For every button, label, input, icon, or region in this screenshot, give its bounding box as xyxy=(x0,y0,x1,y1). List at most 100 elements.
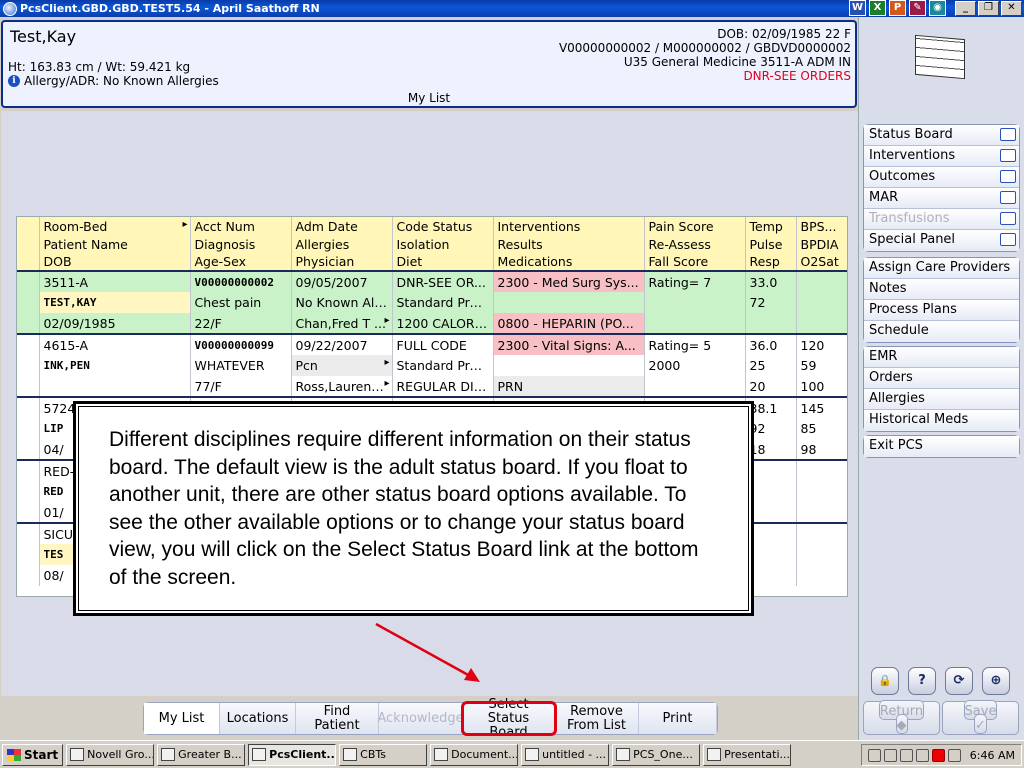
table-cell[interactable] xyxy=(796,271,847,292)
column-header[interactable]: Patient Name xyxy=(39,235,191,253)
table-row[interactable]: TEST,KAY Chest pain No Known All... Standar… xyxy=(17,292,847,313)
table-cell[interactable]: 36.0 xyxy=(745,333,797,355)
selector-cell[interactable] xyxy=(17,313,40,334)
column-header[interactable]: Fall Score xyxy=(644,253,746,272)
selector-cell[interactable] xyxy=(17,396,40,418)
table-cell[interactable] xyxy=(796,502,847,523)
column-header[interactable]: BPDIA xyxy=(796,235,847,253)
selector-cell[interactable] xyxy=(17,502,40,523)
nav-item-assign-care-providers[interactable]: Assign Care Providers xyxy=(864,258,1019,279)
table-cell[interactable]: 77/F xyxy=(190,376,292,397)
nav-item-status-board[interactable]: Status Board xyxy=(864,125,1019,146)
network-tray-icon[interactable] xyxy=(883,748,897,762)
tab-print[interactable]: Print xyxy=(639,703,717,734)
browser-icon[interactable]: ◉ xyxy=(929,0,946,16)
table-cell[interactable]: 59 xyxy=(796,355,847,376)
novell-tray-icon[interactable] xyxy=(931,748,945,762)
start-button[interactable]: Start xyxy=(2,743,64,766)
column-header[interactable]: Physician xyxy=(291,253,393,272)
restore-button[interactable]: ❐ xyxy=(978,1,999,16)
tab-locations[interactable]: Locations xyxy=(220,703,296,734)
selector-cell[interactable] xyxy=(17,418,40,439)
column-header[interactable]: Pain Score xyxy=(644,217,746,235)
table-cell[interactable] xyxy=(796,544,847,565)
nav-item-orders[interactable]: Orders xyxy=(864,368,1019,389)
nav-item-historical-meds[interactable]: Historical Meds xyxy=(864,410,1019,431)
table-cell[interactable] xyxy=(745,313,797,334)
column-header[interactable]: Code Status xyxy=(392,217,494,235)
selector-cell[interactable] xyxy=(17,459,40,481)
column-header[interactable]: Resp xyxy=(745,253,797,272)
nav-item-mar[interactable]: MAR xyxy=(864,188,1019,209)
taskbar-button[interactable]: untitled - ... xyxy=(521,743,610,766)
table-cell[interactable]: 20 xyxy=(745,376,797,397)
table-cell[interactable]: REGULAR DIET xyxy=(392,376,494,397)
table-cell[interactable]: 25 xyxy=(745,355,797,376)
table-cell[interactable] xyxy=(796,313,847,334)
column-header[interactable]: Temp xyxy=(745,217,797,235)
table-cell[interactable] xyxy=(796,522,847,544)
nav-item-outcomes[interactable]: Outcomes xyxy=(864,167,1019,188)
column-header[interactable]: Interventions xyxy=(493,217,645,235)
minimize-button[interactable]: _ xyxy=(955,1,976,16)
table-cell[interactable]: INK,PEN xyxy=(39,355,191,376)
selector-cell[interactable] xyxy=(17,481,40,502)
table-cell[interactable]: Chest pain xyxy=(190,292,292,313)
selector-cell[interactable] xyxy=(17,522,40,544)
table-cell[interactable]: 120 xyxy=(796,333,847,355)
column-header[interactable]: Age-Sex xyxy=(190,253,292,272)
column-header[interactable]: Medications xyxy=(493,253,645,272)
nav-item-interventions[interactable]: Interventions xyxy=(864,146,1019,167)
nav-item-special-panel[interactable]: Special Panel xyxy=(864,230,1019,251)
table-cell[interactable] xyxy=(644,292,746,313)
table-cell[interactable] xyxy=(796,481,847,502)
table-cell[interactable]: WHATEVER xyxy=(190,355,292,376)
nav-item-emr[interactable]: EMR xyxy=(864,347,1019,368)
table-row[interactable]: 4615-A V00000000099 09/22/2007 FULL CODE 230… xyxy=(17,333,847,355)
table-cell[interactable]: Rating= 7 xyxy=(644,271,746,292)
column-header[interactable]: Pulse xyxy=(745,235,797,253)
table-cell[interactable]: 100 xyxy=(796,376,847,397)
table-row[interactable]: 02/09/198522/FChan,Fred T ...1200 CALORI… xyxy=(17,313,847,334)
table-cell[interactable]: 2300 - Vital Signs: A... xyxy=(493,333,645,355)
excel-icon[interactable]: X xyxy=(869,0,886,16)
tab-select-status-board[interactable]: Select Status Board xyxy=(461,697,557,739)
table-cell[interactable]: 145 xyxy=(796,396,847,418)
taskbar-button[interactable]: Document... xyxy=(430,743,519,766)
table-cell[interactable]: Standard Pre... xyxy=(392,292,494,313)
taskbar-button[interactable]: Presentati... xyxy=(703,743,792,766)
table-cell[interactable]: 09/05/2007 xyxy=(291,271,393,292)
column-header[interactable]: Allergies xyxy=(291,235,393,253)
refresh-icon[interactable]: ⟳ xyxy=(945,667,973,695)
table-cell[interactable]: V00000000099 xyxy=(190,333,292,355)
powerpoint-icon[interactable]: P xyxy=(889,0,906,16)
table-cell[interactable]: 09/22/2007 xyxy=(291,333,393,355)
table-cell[interactable]: 85 xyxy=(796,418,847,439)
taskbar-button[interactable]: PcsClient... xyxy=(248,743,337,766)
display-tray-icon[interactable] xyxy=(947,748,961,762)
column-header[interactable]: BPS... xyxy=(796,217,847,235)
tab-my-list[interactable]: My List xyxy=(144,703,220,734)
return-button[interactable]: Return ◆ xyxy=(863,700,940,735)
table-cell[interactable] xyxy=(796,565,847,586)
column-header[interactable]: Isolation xyxy=(392,235,494,253)
table-cell[interactable] xyxy=(644,313,746,334)
table-cell[interactable]: 98 xyxy=(796,439,847,460)
table-cell[interactable] xyxy=(796,459,847,481)
settings-icon[interactable]: ⊕ xyxy=(982,667,1010,695)
table-cell[interactable]: 33.0 xyxy=(745,271,797,292)
table-cell[interactable]: Ross,Laurenc... xyxy=(291,376,393,397)
table-cell[interactable]: 3511-A xyxy=(39,271,191,292)
table-cell[interactable] xyxy=(39,376,191,397)
taskbar-button[interactable]: Novell Gro... xyxy=(66,743,155,766)
selector-cell[interactable] xyxy=(17,333,40,355)
nav-item-exit-pcs[interactable]: Exit PCS xyxy=(864,436,1019,457)
edit-icon[interactable]: ✎ xyxy=(909,0,926,16)
column-header[interactable]: Adm Date xyxy=(291,217,393,235)
selector-cell[interactable] xyxy=(17,439,40,460)
taskbar-button[interactable]: PCS_One... xyxy=(612,743,701,766)
table-cell[interactable] xyxy=(493,355,645,376)
lock-icon[interactable]: 🔒 xyxy=(871,667,899,695)
nav-item-schedule[interactable]: Schedule xyxy=(864,321,1019,342)
table-cell[interactable]: 2000 xyxy=(644,355,746,376)
